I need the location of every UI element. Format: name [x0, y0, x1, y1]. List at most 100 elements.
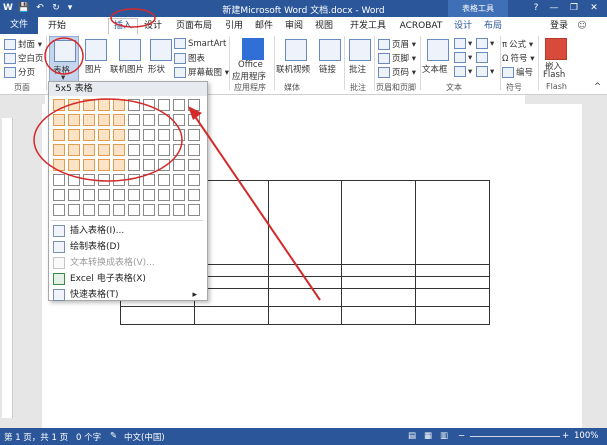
web-layout-icon[interactable]: ▥	[440, 431, 448, 441]
table-cell[interactable]	[415, 306, 490, 325]
table-grid-cell[interactable]	[143, 189, 155, 201]
table-cell[interactable]	[415, 276, 490, 289]
screenshot-button[interactable]: 屏幕截图 ▾	[174, 66, 229, 78]
smartart-button[interactable]: SmartArt	[174, 38, 226, 49]
table-grid-cell[interactable]	[98, 159, 110, 171]
table-cell[interactable]	[341, 276, 417, 289]
page-break-button[interactable]: 分页	[4, 66, 35, 78]
login-link[interactable]: 登录	[546, 20, 572, 32]
table-grid-cell[interactable]	[158, 99, 170, 111]
tab-references[interactable]: 引用	[222, 20, 246, 32]
tab-view[interactable]: 视图	[312, 20, 336, 32]
tab-insert[interactable]: 插入	[108, 18, 138, 35]
table-grid-cell[interactable]	[158, 159, 170, 171]
zoom-out-icon[interactable]: −	[458, 431, 465, 441]
page-count[interactable]: 第 1 页，共 1 页	[4, 431, 68, 443]
table-cell[interactable]	[341, 180, 417, 265]
tab-developer[interactable]: 开发工具	[344, 20, 392, 32]
wordart-icon[interactable]: ▾	[454, 52, 472, 63]
vertical-ruler[interactable]	[2, 118, 13, 418]
table-grid-cell[interactable]	[98, 189, 110, 201]
restore-button[interactable]: ❐	[566, 2, 582, 14]
table-grid-cell[interactable]	[188, 204, 200, 216]
comment-button[interactable]: 批注	[346, 36, 372, 80]
table-grid-cell[interactable]	[128, 189, 140, 201]
tab-acrobat[interactable]: ACROBAT	[398, 20, 444, 32]
tab-page-layout[interactable]: 页面布局	[172, 20, 216, 32]
table-cell[interactable]	[193, 306, 269, 325]
page-number-button[interactable]: 页码 ▾	[378, 66, 416, 78]
office-apps-button[interactable]: Office 应用程序	[232, 36, 272, 82]
table-grid-cell[interactable]	[53, 129, 65, 141]
table-cell[interactable]	[341, 288, 417, 307]
tab-file[interactable]: 文件	[0, 17, 38, 34]
symbol-button[interactable]: Ω 符号 ▾	[502, 52, 534, 64]
table-grid-cell[interactable]	[68, 159, 80, 171]
table-grid-cell[interactable]	[173, 189, 185, 201]
table-grid-cell[interactable]	[53, 204, 65, 216]
menu-item-insert-table[interactable]: 插入表格(I)...	[53, 224, 203, 239]
table-grid-cell[interactable]	[113, 189, 125, 201]
table-grid-cell[interactable]	[68, 174, 80, 186]
shapes-button[interactable]: 形状	[148, 36, 172, 80]
table-cell[interactable]	[267, 276, 343, 289]
table-grid-cell[interactable]	[113, 159, 125, 171]
table-cell[interactable]	[415, 264, 490, 277]
account-icon[interactable]: ☺	[576, 20, 588, 32]
table-grid-cell[interactable]	[53, 189, 65, 201]
table-grid-cell[interactable]	[158, 114, 170, 126]
table-grid-cell[interactable]	[173, 204, 185, 216]
tab-table-layout[interactable]: 布局	[480, 20, 506, 32]
tab-review[interactable]: 审阅	[282, 20, 306, 32]
table-grid-cell[interactable]	[98, 174, 110, 186]
table-grid-cell[interactable]	[158, 129, 170, 141]
table-grid-cell[interactable]	[188, 114, 200, 126]
table-grid-cell[interactable]	[68, 114, 80, 126]
cover-page-button[interactable]: 封面 ▾	[4, 38, 42, 50]
tab-table-design[interactable]: 设计	[450, 20, 476, 32]
table-grid-cell[interactable]	[83, 159, 95, 171]
table-grid-cell[interactable]	[173, 129, 185, 141]
table-grid-cell[interactable]	[143, 159, 155, 171]
header-button[interactable]: 页眉 ▾	[378, 38, 416, 50]
table-grid-cell[interactable]	[128, 114, 140, 126]
collapse-ribbon-icon[interactable]: ^	[594, 82, 601, 92]
table-grid-cell[interactable]	[113, 99, 125, 111]
picture-button[interactable]: 图片	[82, 36, 108, 80]
table-grid-cell[interactable]	[113, 174, 125, 186]
table-grid-cell[interactable]	[68, 129, 80, 141]
online-video-button[interactable]: 联机视频	[276, 36, 314, 80]
table-grid-cell[interactable]	[53, 174, 65, 186]
table-grid-cell[interactable]	[143, 114, 155, 126]
table-grid-cell[interactable]	[173, 159, 185, 171]
table-grid-cell[interactable]	[98, 204, 110, 216]
table-grid-cell[interactable]	[143, 204, 155, 216]
number-button[interactable]: 编号	[502, 66, 533, 78]
date-time-icon[interactable]	[476, 52, 490, 63]
table-grid-cell[interactable]	[53, 144, 65, 156]
minimize-button[interactable]: —	[546, 2, 562, 14]
help-button[interactable]: ?	[528, 2, 544, 14]
table-grid-cell[interactable]	[83, 129, 95, 141]
table-grid-cell[interactable]	[83, 99, 95, 111]
tab-home[interactable]: 开始	[44, 20, 70, 32]
formula-button[interactable]: π 公式 ▾	[502, 38, 533, 50]
table-grid-cell[interactable]	[173, 144, 185, 156]
signature-line-icon[interactable]: ▾	[476, 38, 494, 49]
table-grid-cell[interactable]	[173, 114, 185, 126]
table-button[interactable]: 表格 ▾	[49, 36, 79, 83]
table-grid-cell[interactable]	[83, 174, 95, 186]
table-grid-cell[interactable]	[53, 159, 65, 171]
table-grid-cell[interactable]	[188, 129, 200, 141]
tab-mailings[interactable]: 邮件	[252, 20, 276, 32]
table-grid-cell[interactable]	[113, 144, 125, 156]
table-grid-cell[interactable]	[173, 99, 185, 111]
table-grid-cell[interactable]	[188, 144, 200, 156]
table-grid-cell[interactable]	[158, 189, 170, 201]
table-grid-cell[interactable]	[128, 204, 140, 216]
table-grid-cell[interactable]	[113, 129, 125, 141]
table-grid-cell[interactable]	[98, 114, 110, 126]
proofing-icon[interactable]: ✎	[110, 431, 117, 441]
chart-button[interactable]: 图表	[174, 52, 205, 64]
link-button[interactable]: 链接	[316, 36, 342, 80]
